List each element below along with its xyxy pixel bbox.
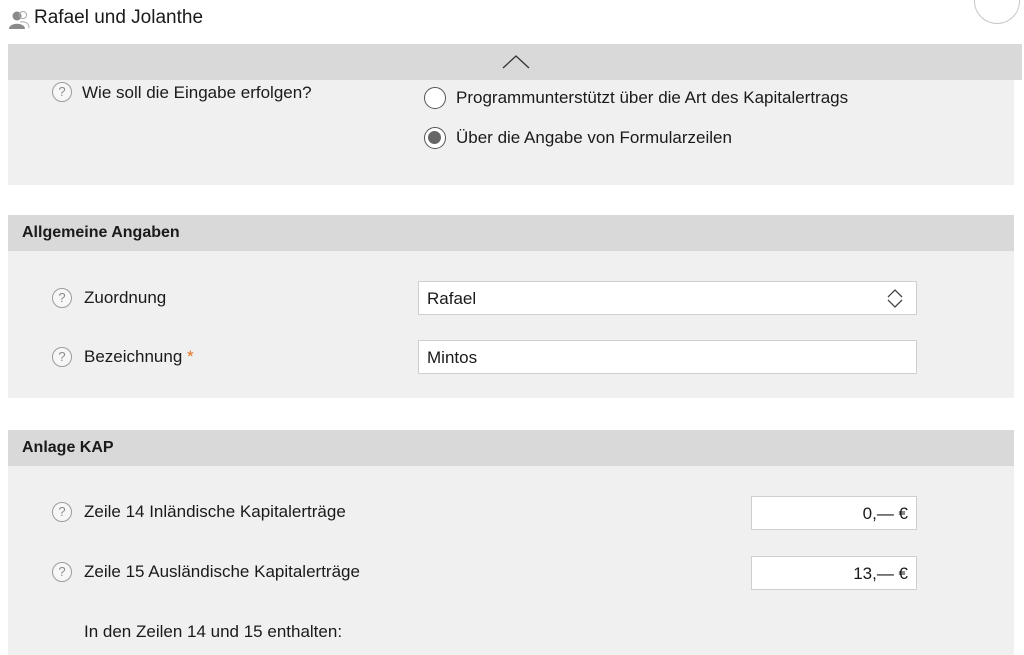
radio-program-assisted-label[interactable]: Programmunterstützt über die Art des Kap… [456, 88, 848, 108]
assignment-label: Zuordnung [84, 288, 167, 307]
kap-row-label: Zeile 14 Inländische Kapitalerträge [84, 502, 346, 521]
user-icon [9, 11, 30, 29]
name-value: Mintos [427, 348, 478, 367]
help-icon[interactable]: ? [52, 562, 72, 582]
kap-line14-value: 0,— € [862, 504, 908, 523]
kap-note: In den Zeilen 14 und 15 enthalten: [84, 622, 343, 641]
general-panel [8, 251, 1014, 398]
help-icon[interactable]: ? [52, 347, 72, 367]
input-mode-question: Wie soll die Eingabe erfolgen? [82, 83, 312, 102]
assignment-value: Rafael [427, 289, 477, 308]
section-title-general: Allgemeine Angaben [22, 224, 180, 241]
kap-row-label: Zeile 15 Ausländische Kapitalerträge [84, 562, 360, 581]
section-title-kap: Anlage KAP [22, 439, 114, 456]
help-icon[interactable]: ? [52, 288, 72, 308]
kap-line15-value: 13,— € [853, 564, 908, 583]
collapse-bar[interactable] [8, 44, 1022, 80]
assignment-select[interactable]: Rafael [418, 281, 917, 315]
radio-form-lines-label[interactable]: Über die Angabe von Formularzeilen [456, 128, 732, 148]
kap-line14-input[interactable]: 0,— € [751, 496, 917, 530]
required-mark: * [187, 347, 194, 366]
page-title: Rafael und Jolanthe [34, 7, 204, 28]
chevron-up-icon[interactable] [501, 54, 531, 70]
radio-form-lines[interactable] [424, 127, 446, 149]
radio-program-assisted[interactable] [424, 87, 446, 109]
name-input[interactable]: Mintos [418, 340, 917, 374]
kap-line15-input[interactable]: 13,— € [751, 556, 917, 590]
help-icon[interactable]: ? [52, 502, 72, 522]
section-header-general: Allgemeine Angaben [8, 215, 1014, 251]
select-updown-icon [887, 289, 903, 308]
name-label: Bezeichnung * [84, 347, 194, 367]
page-header: Rafael und Jolanthe [0, 0, 1024, 44]
name-label-text: Bezeichnung [84, 347, 183, 366]
section-header-kap: Anlage KAP [8, 430, 1014, 466]
help-icon[interactable]: ? [52, 82, 72, 102]
